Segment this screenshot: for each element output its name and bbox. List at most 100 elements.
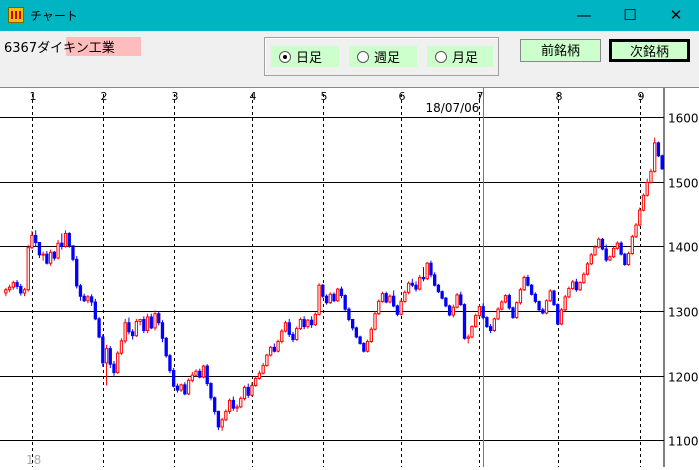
candle-body bbox=[235, 406, 239, 409]
candle-body bbox=[444, 297, 448, 307]
candle-body bbox=[615, 242, 620, 249]
radio-monthly-indicator[interactable] bbox=[435, 50, 447, 63]
candle-body bbox=[440, 291, 444, 299]
candle-body bbox=[216, 410, 221, 428]
candle-body bbox=[45, 253, 49, 264]
candle-body bbox=[638, 209, 642, 226]
radio-weekly[interactable]: 週足 bbox=[349, 46, 417, 67]
candle-body bbox=[418, 276, 422, 290]
radio-monthly[interactable]: 月足 bbox=[427, 46, 493, 67]
candle-body bbox=[455, 294, 459, 308]
candle-body bbox=[160, 322, 165, 339]
maximize-button[interactable]: ☐ bbox=[607, 0, 653, 31]
candle-body bbox=[37, 242, 42, 256]
candle-body bbox=[365, 341, 370, 352]
candle-body bbox=[265, 354, 269, 366]
candle-body bbox=[474, 315, 478, 328]
candle-body bbox=[63, 232, 68, 247]
candle-body bbox=[291, 333, 295, 341]
candle-body bbox=[552, 290, 556, 306]
candle-body bbox=[362, 342, 366, 352]
radio-monthly-label: 月足 bbox=[452, 51, 479, 66]
close-button[interactable]: ✕ bbox=[653, 0, 699, 31]
candle-body bbox=[496, 308, 500, 320]
minimize-button[interactable]: — bbox=[561, 0, 607, 31]
candle-body bbox=[78, 285, 83, 297]
candle-body bbox=[26, 247, 30, 291]
candle-body bbox=[86, 296, 90, 302]
radio-daily[interactable]: 日足 bbox=[271, 46, 339, 67]
candle-body bbox=[507, 295, 511, 309]
candle-body bbox=[7, 286, 12, 291]
candle-body bbox=[354, 327, 359, 338]
candle-body bbox=[660, 155, 664, 170]
candle-body bbox=[529, 284, 534, 295]
candle-body bbox=[589, 254, 593, 265]
candle-body bbox=[22, 289, 27, 294]
candle-body bbox=[522, 276, 526, 291]
candle-body bbox=[34, 234, 38, 244]
price-tick-label: 11000 bbox=[668, 435, 699, 449]
year-label: 18 bbox=[26, 453, 41, 467]
candle-body bbox=[563, 296, 567, 311]
candle-body bbox=[604, 248, 608, 261]
candle-body bbox=[619, 242, 623, 255]
candle-body bbox=[298, 319, 303, 330]
candle-body bbox=[153, 313, 157, 329]
candle-body bbox=[175, 385, 180, 391]
candle-body bbox=[656, 142, 661, 157]
candle-body bbox=[377, 300, 381, 315]
candle-body bbox=[332, 293, 336, 302]
candle-body bbox=[104, 348, 109, 364]
candle-body bbox=[373, 313, 377, 330]
candle-body bbox=[239, 397, 243, 408]
candle-body bbox=[201, 365, 206, 378]
candle-body bbox=[634, 224, 638, 238]
candle-body bbox=[623, 253, 627, 266]
candle-body bbox=[451, 306, 455, 316]
candle-body bbox=[198, 370, 202, 378]
candle-body bbox=[321, 284, 325, 297]
candle-body bbox=[526, 276, 530, 286]
candle-body bbox=[220, 419, 224, 428]
candle-body bbox=[101, 336, 105, 364]
candle-body bbox=[500, 301, 504, 310]
chart-area[interactable]: 1100012000130001400015000160001234567891… bbox=[0, 87, 699, 467]
next-stock-button[interactable]: 次銘柄 bbox=[609, 39, 690, 62]
candle-body bbox=[309, 319, 314, 326]
toolbar: 6367ダイキン工業 日足 週足 月足 前銘柄 次銘柄 bbox=[0, 31, 699, 87]
candle-body bbox=[119, 340, 124, 354]
month-tick-label: 6 bbox=[399, 90, 406, 103]
candle-body bbox=[123, 322, 127, 342]
candle-body bbox=[459, 294, 463, 306]
candle-body bbox=[283, 322, 288, 332]
price-tick-label: 12000 bbox=[668, 371, 699, 385]
candle-body bbox=[280, 330, 284, 343]
candle-body bbox=[149, 316, 153, 329]
candle-body bbox=[108, 348, 112, 365]
month-tick-label: 1 bbox=[30, 90, 37, 103]
candle-body bbox=[447, 305, 452, 316]
candle-body bbox=[261, 364, 265, 374]
candle-body bbox=[324, 295, 329, 304]
candle-body bbox=[574, 281, 579, 291]
candle-body bbox=[421, 276, 426, 280]
month-tick-label: 9 bbox=[638, 90, 645, 103]
candle-body bbox=[612, 247, 616, 258]
candle-body bbox=[97, 318, 101, 338]
candle-body bbox=[488, 326, 493, 332]
radio-weekly-indicator[interactable] bbox=[357, 50, 369, 63]
candle-body bbox=[537, 300, 541, 311]
candle-body bbox=[194, 370, 198, 376]
radio-daily-indicator[interactable] bbox=[279, 50, 291, 63]
candle-body bbox=[462, 304, 467, 339]
prev-stock-button[interactable]: 前銘柄 bbox=[520, 39, 601, 62]
candle-body bbox=[213, 397, 217, 412]
candlestick-chart[interactable]: 1100012000130001400015000160001234567891… bbox=[0, 88, 699, 467]
window-title: チャート bbox=[30, 9, 78, 23]
candle-body bbox=[544, 300, 549, 314]
candle-body bbox=[138, 319, 142, 322]
candle-body bbox=[41, 253, 45, 256]
candle-body bbox=[369, 328, 373, 343]
candle-body bbox=[358, 336, 362, 344]
